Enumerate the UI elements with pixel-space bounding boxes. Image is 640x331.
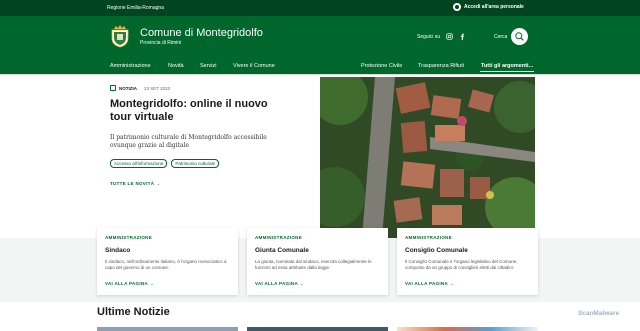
card-description: Il Consiglio Comunale è l'organo legisla… bbox=[405, 259, 518, 270]
hero-date: 23 SET 2023 bbox=[144, 85, 171, 91]
card-category[interactable]: AMMINISTRAZIONE bbox=[105, 235, 152, 240]
hero-meta: NOTIZIA 23 SET 2023 bbox=[110, 85, 170, 91]
site-subtitle: Provincia di Rimini bbox=[140, 40, 182, 46]
top-bar: Regione Emilia-Romagna Accedi all'area p… bbox=[0, 0, 640, 16]
login-button[interactable]: Accedi all'area personale bbox=[453, 3, 524, 11]
hero-tag: NOTIZIA bbox=[119, 85, 137, 91]
card-link[interactable]: VAI ALLA PAGINA → bbox=[405, 281, 454, 286]
nav-item-tutti-gli-argomenti[interactable]: Tutti gli argomenti... bbox=[481, 63, 533, 69]
follow-label: Seguici su bbox=[417, 33, 441, 40]
latest-news-heading: Ultime Notizie bbox=[97, 306, 170, 318]
chip-accesso-informazione[interactable]: Accesso all'informazione bbox=[110, 159, 168, 168]
nav-item-servizi[interactable]: Servizi bbox=[200, 63, 217, 69]
main-nav: Amministrazione Novità Servizi Vivere il… bbox=[0, 57, 640, 74]
card-link[interactable]: VAI ALLA PAGINA → bbox=[255, 281, 304, 286]
nav-item-novita[interactable]: Novità bbox=[168, 63, 184, 69]
facebook-icon[interactable] bbox=[459, 33, 466, 40]
nav-item-amministrazione[interactable]: Amministrazione bbox=[110, 63, 151, 69]
login-label: Accedi all'area personale bbox=[464, 4, 524, 10]
region-link[interactable]: Regione Emilia-Romagna bbox=[107, 5, 164, 11]
hero-description: Il patrimonio culturale di Montegridolfo… bbox=[110, 134, 267, 149]
nav-item-vivere-il-comune[interactable]: Vivere il Comune bbox=[233, 63, 275, 69]
search-button[interactable] bbox=[511, 28, 528, 45]
arrow-right-icon: → bbox=[449, 281, 455, 286]
card-title[interactable]: Sindaco bbox=[105, 247, 130, 254]
municipal-crest-icon[interactable] bbox=[110, 24, 130, 48]
card-giunta-comunale: AMMINISTRAZIONE Giunta Comunale La giunt… bbox=[247, 228, 388, 295]
arrow-right-icon: → bbox=[149, 281, 155, 286]
user-icon bbox=[453, 3, 461, 11]
arrow-right-icon: → bbox=[155, 181, 161, 186]
card-consiglio-comunale: AMMINISTRAZIONE Consiglio Comunale Il Co… bbox=[397, 228, 538, 295]
site-title[interactable]: Comune di Montegridolfo bbox=[140, 27, 263, 39]
card-link-label: VAI ALLA PAGINA bbox=[255, 281, 298, 286]
all-news-label: TUTTE LE NOVITÀ bbox=[110, 181, 155, 186]
card-title[interactable]: Giunta Comunale bbox=[255, 247, 309, 254]
card-link-label: VAI ALLA PAGINA bbox=[405, 281, 448, 286]
search-icon bbox=[515, 32, 524, 41]
all-news-link[interactable]: TUTTE LE NOVITÀ → bbox=[110, 181, 161, 186]
news-thumbnail[interactable] bbox=[247, 327, 388, 331]
watermark: ScanMalware bbox=[578, 310, 620, 317]
news-thumbnail[interactable] bbox=[97, 327, 238, 331]
social-links: Seguici su bbox=[417, 33, 466, 40]
header-shadow bbox=[0, 74, 640, 76]
calendar-icon bbox=[110, 85, 116, 91]
card-category[interactable]: AMMINISTRAZIONE bbox=[405, 235, 452, 240]
nav-item-trasparenza-rifiuti[interactable]: Trasparenza Rifiuti bbox=[418, 63, 464, 69]
card-link[interactable]: VAI ALLA PAGINA → bbox=[105, 281, 154, 286]
site-header: Comune di Montegridolfo Provincia di Rim… bbox=[0, 16, 640, 57]
card-sindaco: AMMINISTRAZIONE Sindaco Il sindaco, nell… bbox=[97, 228, 238, 295]
hero-chips: Accesso all'informazione Patrimonio cult… bbox=[110, 159, 220, 168]
search-label: Cerca bbox=[494, 34, 508, 40]
card-description: La giunta, nominata dal sindaco, esercit… bbox=[255, 259, 372, 270]
arrow-right-icon: → bbox=[299, 281, 305, 286]
nav-item-protezione-civile[interactable]: Protezione Civile bbox=[361, 63, 402, 69]
instagram-icon[interactable] bbox=[446, 33, 453, 40]
hero-image[interactable] bbox=[320, 77, 535, 238]
chip-patrimonio-culturale[interactable]: Patrimonio culturale bbox=[171, 159, 220, 168]
card-category[interactable]: AMMINISTRAZIONE bbox=[255, 235, 302, 240]
card-title[interactable]: Consiglio Comunale bbox=[405, 247, 468, 254]
nav-active-underline bbox=[480, 71, 534, 72]
card-link-label: VAI ALLA PAGINA bbox=[105, 281, 148, 286]
hero-title[interactable]: Montegridolfo: online il nuovo tour virt… bbox=[110, 98, 270, 124]
aerial-village-image bbox=[320, 77, 535, 238]
card-description: Il sindaco, nell'ordinamento italiano, è… bbox=[105, 259, 227, 270]
news-thumbnail[interactable] bbox=[397, 327, 538, 331]
